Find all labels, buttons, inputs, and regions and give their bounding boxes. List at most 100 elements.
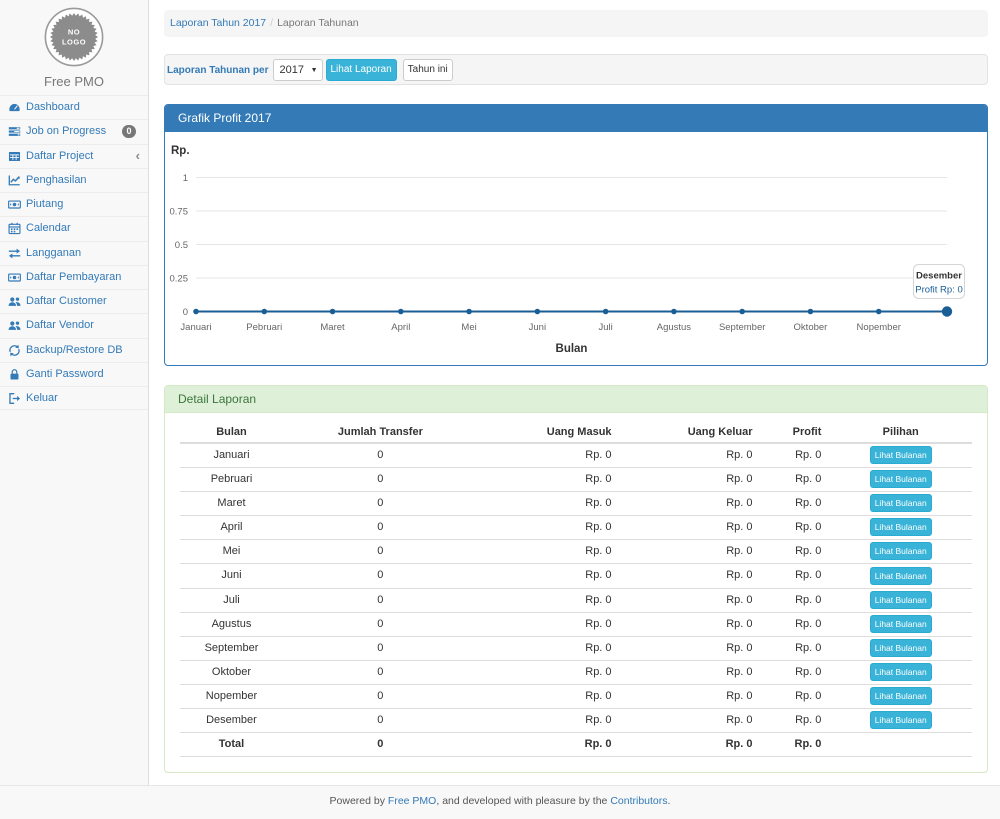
sidebar: NOLOGO Free PMO DashboardJob on Progress… — [0, 0, 149, 785]
cell-profit: Rp. 0 — [761, 540, 830, 564]
column-header-pilihan: Pilihan — [829, 422, 972, 443]
cell-pilihan: Lihat Bulanan — [829, 564, 972, 588]
breadcrumb-link[interactable]: Laporan Tahun 2017 — [170, 17, 266, 29]
sidebar-item-langganan[interactable]: Langganan — [0, 241, 148, 265]
lihat-bulanan-button[interactable]: Lihat Bulanan — [870, 591, 932, 609]
sidebar-item-daftar-customer[interactable]: Daftar Customer — [0, 289, 148, 313]
svg-text:Juni: Juni — [529, 322, 546, 333]
cell-profit: Rp. 0 — [761, 468, 830, 492]
svg-text:Agustus: Agustus — [657, 322, 692, 333]
sidebar-item-calendar[interactable]: Calendar — [0, 216, 148, 240]
sidebar-item-daftar-pembayaran[interactable]: Daftar Pembayaran — [0, 265, 148, 289]
detail-panel-title: Detail Laporan — [165, 386, 987, 413]
sidebar-item-daftar-vendor[interactable]: Daftar Vendor — [0, 313, 148, 337]
users-icon — [8, 319, 22, 332]
sidebar-item-dashboard[interactable]: Dashboard — [0, 95, 148, 119]
lihat-bulanan-button[interactable]: Lihat Bulanan — [870, 663, 932, 681]
lihat-laporan-button[interactable]: Lihat Laporan — [326, 59, 397, 81]
tahun-ini-button[interactable]: Tahun ini — [403, 59, 453, 81]
lihat-bulanan-button[interactable]: Lihat Bulanan — [870, 567, 932, 585]
svg-text:Mei: Mei — [461, 322, 476, 333]
svg-text:Oktober: Oktober — [794, 322, 828, 333]
table-header-row: BulanJumlah TransferUang MasukUang Kelua… — [180, 422, 972, 443]
contributors-link[interactable]: Contributors — [610, 795, 667, 807]
svg-text:September: September — [719, 322, 765, 333]
total-jumlah-transfer: 0 — [283, 733, 478, 757]
lihat-bulanan-button[interactable]: Lihat Bulanan — [870, 711, 932, 729]
cell-uang-masuk: Rp. 0 — [478, 540, 620, 564]
svg-text:Juli: Juli — [599, 322, 613, 333]
cell-uang-masuk: Rp. 0 — [478, 588, 620, 612]
lihat-bulanan-button[interactable]: Lihat Bulanan — [870, 542, 932, 560]
table-row-april: April0Rp. 0Rp. 0Rp. 0Lihat Bulanan — [180, 516, 972, 540]
sidebar-item-backup-restore-db[interactable]: Backup/Restore DB — [0, 338, 148, 362]
profit-chart-panel: Grafik Profit 2017 00.250.50.751Rp.Janua… — [164, 104, 988, 366]
lihat-bulanan-button[interactable]: Lihat Bulanan — [870, 446, 932, 464]
cell-profit: Rp. 0 — [761, 709, 830, 733]
chevron-left-icon: ‹ — [136, 151, 140, 161]
cell-uang-masuk: Rp. 0 — [478, 684, 620, 708]
app-logo: NOLOGO — [0, 0, 148, 70]
svg-text:April: April — [391, 322, 410, 333]
cell-bulan: Juni — [180, 564, 283, 588]
exchange-icon — [8, 247, 22, 260]
table-row-september: September0Rp. 0Rp. 0Rp. 0Lihat Bulanan — [180, 636, 972, 660]
table-row-nopember: Nopember0Rp. 0Rp. 0Rp. 0Lihat Bulanan — [180, 684, 972, 708]
sidebar-item-label: Penghasilan — [26, 173, 87, 188]
chart-tooltip: Desember Profit Rp: 0 — [914, 265, 965, 299]
sidebar-nav: DashboardJob on Progress0Daftar Project‹… — [0, 95, 148, 410]
free-pmo-link[interactable]: Free PMO — [388, 795, 436, 807]
lock-icon — [8, 368, 22, 381]
sidebar-item-keluar[interactable]: Keluar — [0, 386, 148, 410]
table-row-juni: Juni0Rp. 0Rp. 0Rp. 0Lihat Bulanan — [180, 564, 972, 588]
svg-text:0.5: 0.5 — [175, 240, 188, 251]
svg-text:Desember: Desember — [916, 271, 962, 282]
svg-text:1: 1 — [183, 173, 188, 184]
cell-jumlah-transfer: 0 — [283, 636, 478, 660]
breadcrumb-separator: / — [270, 17, 273, 29]
cell-uang-keluar: Rp. 0 — [620, 709, 761, 733]
cell-profit: Rp. 0 — [761, 612, 830, 636]
cell-pilihan: Lihat Bulanan — [829, 660, 972, 684]
lihat-bulanan-button[interactable]: Lihat Bulanan — [870, 494, 932, 512]
cell-bulan: Maret — [180, 492, 283, 516]
sidebar-item-label: Calendar — [26, 221, 71, 236]
sidebar-item-label: Backup/Restore DB — [26, 343, 123, 358]
report-table: BulanJumlah TransferUang MasukUang Kelua… — [180, 422, 972, 757]
table-icon — [8, 150, 22, 163]
lihat-bulanan-button[interactable]: Lihat Bulanan — [870, 639, 932, 657]
cell-jumlah-transfer: 0 — [283, 684, 478, 708]
sidebar-item-piutang[interactable]: Piutang — [0, 192, 148, 216]
cell-profit: Rp. 0 — [761, 492, 830, 516]
cell-pilihan: Lihat Bulanan — [829, 636, 972, 660]
sidebar-item-penghasilan[interactable]: Penghasilan — [0, 168, 148, 192]
cell-uang-masuk: Rp. 0 — [478, 443, 620, 468]
sidebar-item-job-on-progress[interactable]: Job on Progress0 — [0, 119, 148, 143]
cell-profit: Rp. 0 — [761, 564, 830, 588]
svg-text:Rp.: Rp. — [171, 145, 190, 157]
report-table-body: BulanJumlah TransferUang MasukUang Kelua… — [165, 413, 987, 772]
brand-name: Free PMO — [0, 73, 148, 91]
sidebar-item-label: Job on Progress — [26, 124, 106, 139]
cell-bulan: Desember — [180, 709, 283, 733]
tasks-icon — [8, 125, 22, 138]
lihat-bulanan-button[interactable]: Lihat Bulanan — [870, 615, 932, 633]
svg-text:LOGO: LOGO — [62, 38, 86, 47]
lihat-bulanan-button[interactable]: Lihat Bulanan — [870, 470, 932, 488]
profit-line-chart: 00.250.50.751Rp.JanuariPebruariMaretApri… — [165, 132, 987, 365]
cell-jumlah-transfer: 0 — [283, 468, 478, 492]
lihat-bulanan-button[interactable]: Lihat Bulanan — [870, 518, 932, 536]
cell-jumlah-transfer: 0 — [283, 443, 478, 468]
svg-text:Profit Rp: 0: Profit Rp: 0 — [915, 285, 963, 296]
year-select[interactable]: 2017 — [273, 59, 323, 81]
report-table-rows: Januari0Rp. 0Rp. 0Rp. 0Lihat BulananPebr… — [180, 443, 972, 733]
cell-bulan: Agustus — [180, 612, 283, 636]
svg-text:Nopember: Nopember — [857, 322, 901, 333]
app-wrapper: NOLOGO Free PMO DashboardJob on Progress… — [0, 0, 1000, 785]
sidebar-item-ganti-password[interactable]: Ganti Password — [0, 362, 148, 386]
sidebar-item-daftar-project[interactable]: Daftar Project‹ — [0, 144, 148, 168]
total-bulan: Total — [180, 733, 283, 757]
cell-profit: Rp. 0 — [761, 684, 830, 708]
lihat-bulanan-button[interactable]: Lihat Bulanan — [870, 687, 932, 705]
chart-panel-title: Grafik Profit 2017 — [165, 105, 987, 132]
